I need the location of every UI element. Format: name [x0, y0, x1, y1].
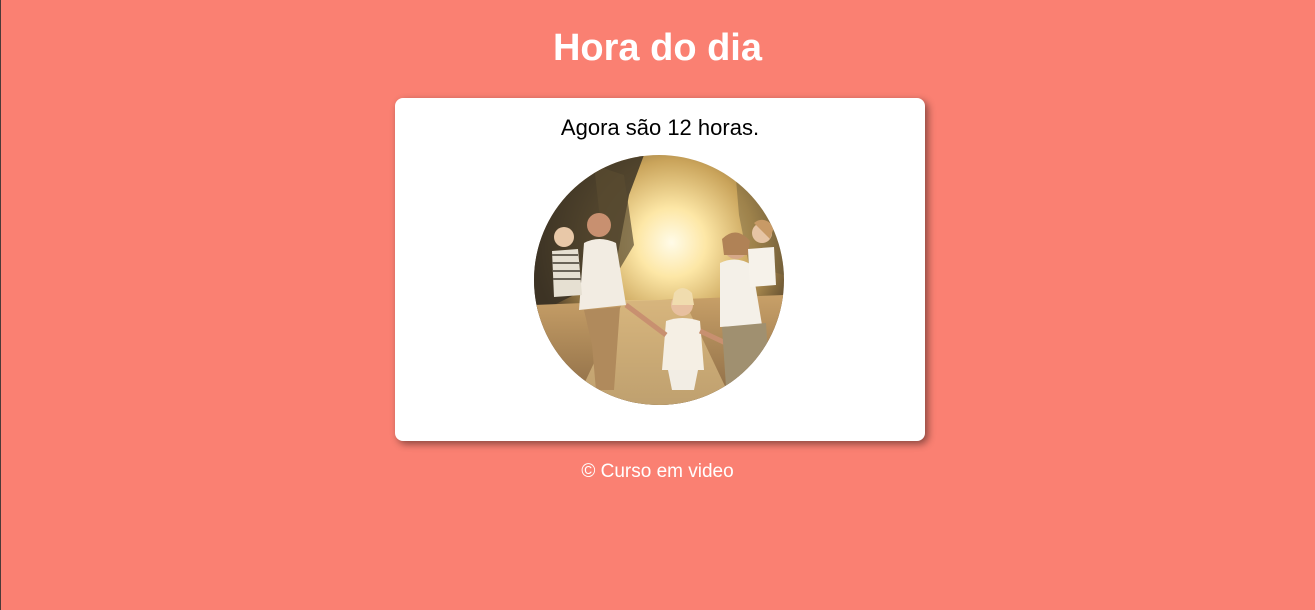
- page-title: Hora do dia: [552, 27, 763, 69]
- page-footer: © Curso em video: [0, 460, 1315, 484]
- copyright-text: © Curso em video: [581, 461, 734, 482]
- page-header: Hora do dia: [0, 0, 1315, 71]
- window-edge: [0, 0, 1, 610]
- time-card: Agora são 12 horas.: [395, 98, 925, 441]
- family-photo-image: [534, 155, 784, 405]
- time-message: Agora são 12 horas.: [560, 115, 760, 140]
- family-photo-icon: [534, 155, 784, 405]
